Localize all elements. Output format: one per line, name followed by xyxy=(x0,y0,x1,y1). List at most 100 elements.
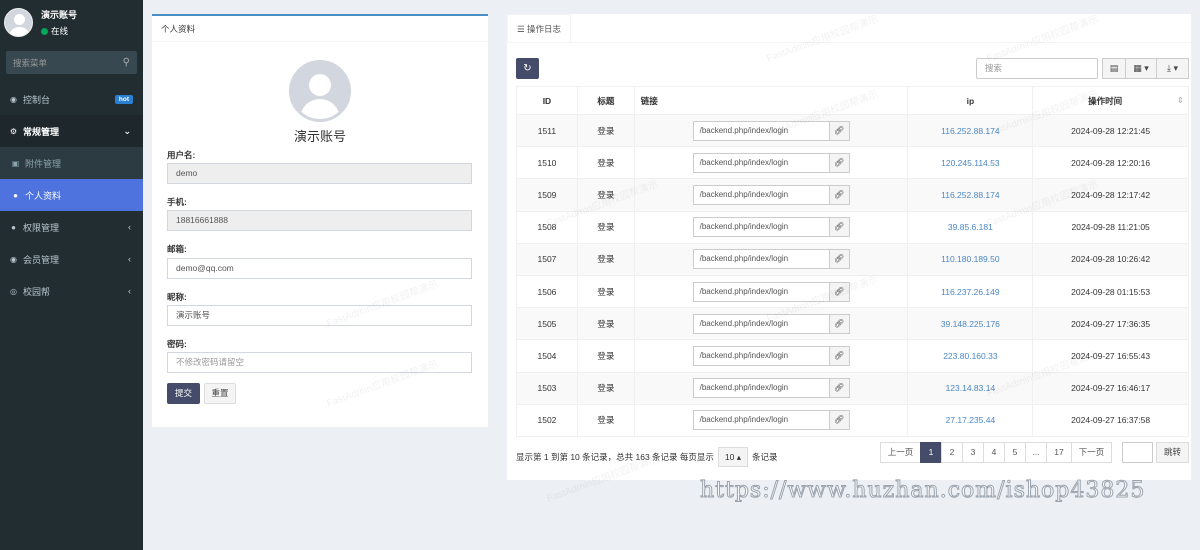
page-5-button[interactable]: 5 xyxy=(1004,442,1026,463)
page-17-button[interactable]: 17 xyxy=(1046,442,1072,463)
refresh-icon: ↻ xyxy=(523,63,532,74)
reset-button[interactable]: 重置 xyxy=(204,383,236,404)
user-name: 演示账号 xyxy=(41,10,78,20)
ip-link[interactable]: 116.252.88.174 xyxy=(941,190,999,200)
goto-page-button[interactable]: 跳转 xyxy=(1156,442,1189,463)
cell-ip[interactable]: 223.80.160.33 xyxy=(907,339,1034,373)
export-button[interactable]: ⤓ ▾ xyxy=(1156,58,1189,79)
link-icon[interactable]: 🔗︎ xyxy=(829,249,850,270)
url-field[interactable]: /backend.php/index/login xyxy=(692,313,830,334)
url-field[interactable]: /backend.php/index/login xyxy=(692,345,830,366)
ip-link[interactable]: 116.237.26.149 xyxy=(941,287,999,297)
cell-ip[interactable]: 123.14.83.14 xyxy=(907,371,1034,405)
group-icon: ● xyxy=(11,222,16,232)
url-field[interactable]: /backend.php/index/login xyxy=(692,217,830,238)
cell-ip[interactable]: 27.17.235.44 xyxy=(907,403,1034,437)
username-label: 用户名: xyxy=(167,150,196,160)
page-size-dropdown[interactable]: 10 ▴ xyxy=(717,447,749,467)
cell-ip[interactable]: 39.85.6.181 xyxy=(907,210,1034,244)
chevron-left-icon: ‹ xyxy=(128,286,131,296)
ip-link[interactable]: 116.252.88.174 xyxy=(941,126,999,136)
link-icon[interactable]: 🔗︎ xyxy=(829,378,850,399)
link-icon[interactable]: 🔗︎ xyxy=(829,410,850,431)
tab-operation-log[interactable]: ☰ 操作日志 xyxy=(507,14,571,42)
refresh-button[interactable]: ↻ xyxy=(516,58,539,79)
url-field[interactable]: /backend.php/index/login xyxy=(692,184,830,205)
ip-link[interactable]: 223.80.160.33 xyxy=(943,351,997,361)
cell-url: /backend.php/index/login 🔗︎ xyxy=(633,242,909,276)
url-field[interactable]: /backend.php/index/login xyxy=(692,152,830,173)
cell-time: 2024-09-27 16:46:17 xyxy=(1032,371,1189,405)
cell-ip[interactable]: 39.148.225.176 xyxy=(907,307,1034,341)
col-header-title: 标题 xyxy=(576,86,635,115)
submit-button[interactable]: 提交 xyxy=(167,383,200,404)
link-icon[interactable]: 🔗︎ xyxy=(829,281,850,302)
url-field[interactable]: /backend.php/index/login xyxy=(692,120,830,141)
link-icon[interactable]: 🔗︎ xyxy=(829,345,850,366)
password-field[interactable]: 不修改密码请留空 xyxy=(167,352,472,373)
ip-link[interactable]: 110.180.189.50 xyxy=(941,254,999,264)
toggle-view-button[interactable]: ▤ xyxy=(1102,58,1126,79)
table-icon: ▤ xyxy=(1109,63,1119,73)
sidebar-item-member[interactable]: ◉ 会员管理 ‹ xyxy=(0,243,143,275)
ip-link[interactable]: 120.245.114.53 xyxy=(941,158,999,168)
cell-id: 1503 xyxy=(516,371,578,405)
cell-ip[interactable]: 110.180.189.50 xyxy=(907,242,1034,276)
url-field[interactable]: /backend.php/index/login xyxy=(692,410,830,431)
cell-title: 登录 xyxy=(576,146,635,180)
sidebar-menu: ◉ 控制台 hot ⚙ 常规管理 ⌄ ▣ 附件管理 ● 个人资料 ● 权限管理 … xyxy=(0,83,143,307)
cell-id: 1508 xyxy=(516,210,578,244)
list-icon: ☰ xyxy=(517,24,525,34)
page-1-button[interactable]: 1 xyxy=(920,442,942,463)
next-page-button[interactable]: 下一页 xyxy=(1071,442,1112,463)
url-field[interactable]: /backend.php/index/login xyxy=(692,281,830,302)
sidebar-item-dashboard[interactable]: ◉ 控制台 hot xyxy=(0,83,143,115)
sidebar-item-attachment[interactable]: ▣ 附件管理 xyxy=(0,147,143,179)
profile-box-title: 个人资料 xyxy=(152,16,488,42)
ip-link[interactable]: 39.85.6.181 xyxy=(948,222,993,232)
link-icon[interactable]: 🔗︎ xyxy=(829,313,850,334)
sidebar-item-profile[interactable]: ● 个人资料 xyxy=(0,179,143,211)
sidebar-search-input[interactable]: 搜索菜单 ⚲ xyxy=(6,51,137,74)
sidebar-item-campus[interactable]: ◎ 校园帮 ‹ xyxy=(0,275,143,307)
operation-log-box: ☰ 操作日志 ↻ 搜索 ▤ ▦ ▾ ⤓ ▾ ID 标题 链接 ip 操作时间 ⇕ … xyxy=(507,14,1191,480)
file-image-icon: ▣ xyxy=(11,158,20,168)
sidebar-item-general[interactable]: ⚙ 常规管理 ⌄ xyxy=(0,115,143,147)
ip-link[interactable]: 123.14.83.14 xyxy=(946,383,996,393)
prev-page-button[interactable]: 上一页 xyxy=(880,442,921,463)
col-header-id[interactable]: ID xyxy=(516,86,578,115)
ip-link[interactable]: 39.148.225.176 xyxy=(941,319,1000,329)
cell-url: /backend.php/index/login 🔗︎ xyxy=(633,178,909,212)
page-4-button[interactable]: 4 xyxy=(983,442,1005,463)
cell-ip[interactable]: 120.245.114.53 xyxy=(907,146,1034,180)
link-icon[interactable]: 🔗︎ xyxy=(829,120,850,141)
cell-ip[interactable]: 116.252.88.174 xyxy=(907,113,1034,148)
avatar[interactable] xyxy=(4,8,33,37)
log-search-input[interactable]: 搜索 xyxy=(976,58,1098,79)
user-icon: ● xyxy=(13,190,18,200)
sidebar-item-auth[interactable]: ● 权限管理 ‹ xyxy=(0,211,143,243)
search-icon[interactable]: ⚲ xyxy=(123,57,130,68)
pagination: 上一页 1 2 3 4 5 ... 17 下一页 xyxy=(880,442,1112,463)
cell-ip[interactable]: 116.252.88.174 xyxy=(907,178,1034,212)
link-icon[interactable]: 🔗︎ xyxy=(829,152,850,173)
cogs-icon: ⚙ xyxy=(9,126,18,136)
link-icon[interactable]: 🔗︎ xyxy=(829,217,850,238)
cell-id: 1507 xyxy=(516,242,578,276)
page-2-button[interactable]: 2 xyxy=(941,442,963,463)
email-field[interactable]: demo@qq.com xyxy=(167,258,472,279)
user-panel: 演示账号 在线 xyxy=(0,0,143,45)
cell-id: 1511 xyxy=(516,113,578,148)
nickname-field[interactable]: 演示账号 xyxy=(167,305,472,326)
ip-link[interactable]: 27.17.235.44 xyxy=(946,415,996,425)
goto-page-input[interactable] xyxy=(1122,442,1153,463)
col-header-time[interactable]: 操作时间 ⇕ xyxy=(1032,86,1189,115)
url-field[interactable]: /backend.php/index/login xyxy=(692,378,830,399)
cell-ip[interactable]: 116.237.26.149 xyxy=(907,274,1034,309)
profile-avatar[interactable] xyxy=(289,60,351,122)
sidebar: 演示账号 在线 搜索菜单 ⚲ ◉ 控制台 hot ⚙ 常规管理 ⌄ ▣ 附件管理… xyxy=(0,0,143,550)
page-3-button[interactable]: 3 xyxy=(962,442,984,463)
link-icon[interactable]: 🔗︎ xyxy=(829,184,850,205)
url-field[interactable]: /backend.php/index/login xyxy=(692,249,830,270)
columns-button[interactable]: ▦ ▾ xyxy=(1125,58,1157,79)
